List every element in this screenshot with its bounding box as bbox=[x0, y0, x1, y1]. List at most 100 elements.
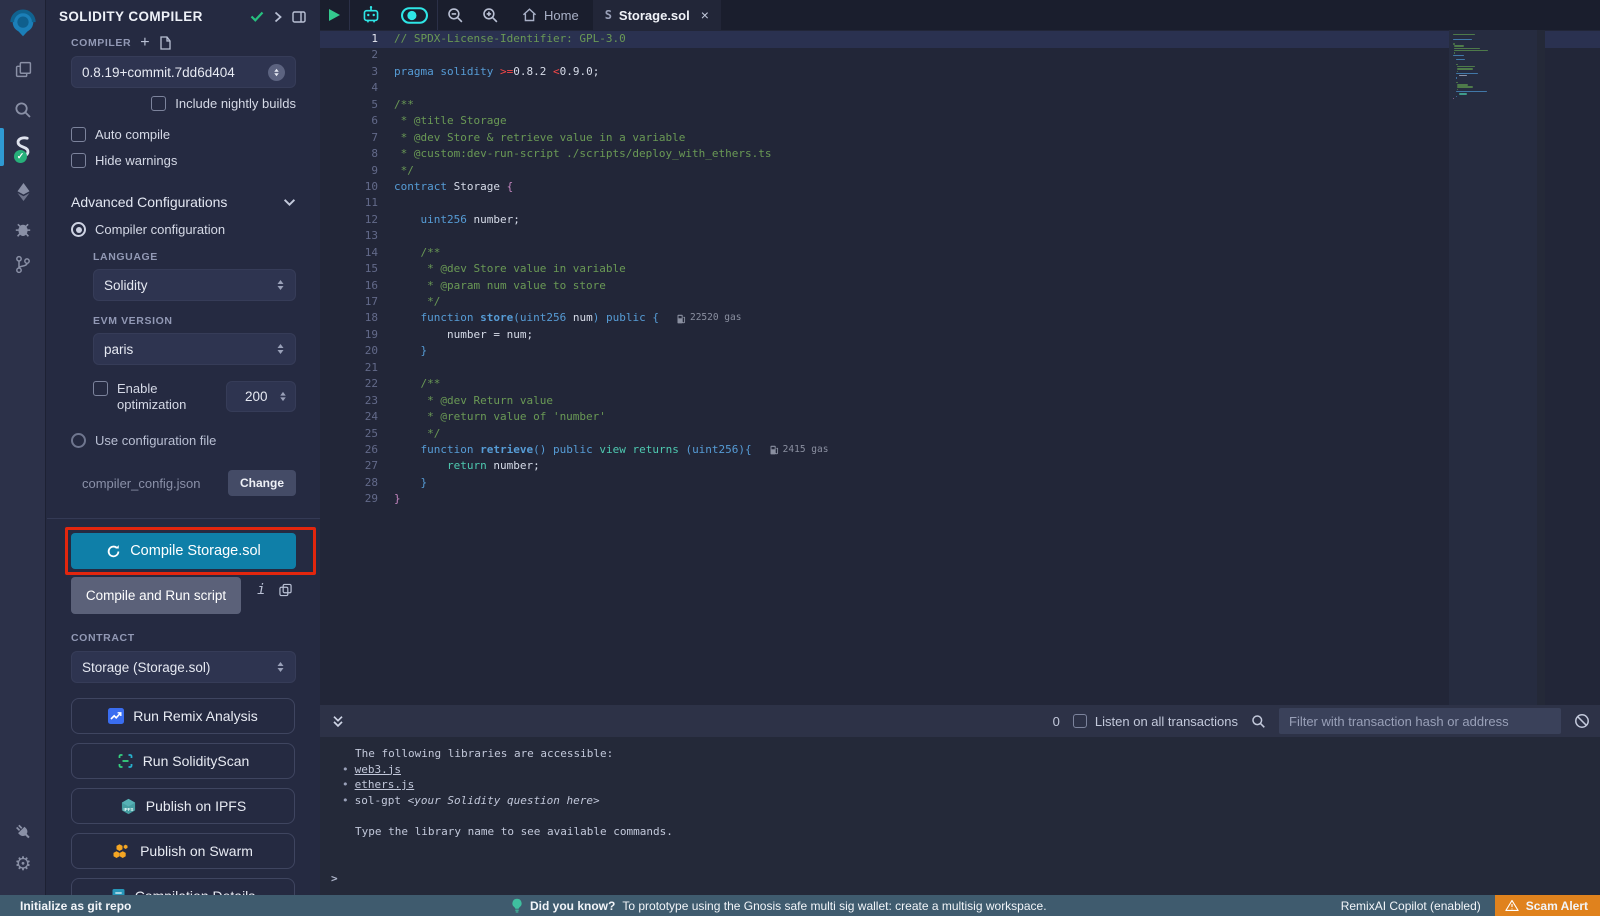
listen-transactions-checkbox[interactable] bbox=[1073, 714, 1087, 728]
line-number: 25 bbox=[320, 426, 378, 442]
evm-version-select[interactable]: paris bbox=[93, 333, 296, 365]
compiler-version-select[interactable]: 0.8.19+commit.7dd6d404 bbox=[71, 56, 296, 88]
contract-value: Storage (Storage.sol) bbox=[82, 660, 276, 675]
line-number: 19 bbox=[320, 327, 378, 343]
use-config-file-radio[interactable] bbox=[71, 433, 86, 448]
editor-scrollbar[interactable] bbox=[1537, 30, 1545, 705]
line-number: 14 bbox=[320, 245, 378, 261]
solidity-compiler-panel: SOLIDITY COMPILER COMPILER + 0.8.19+comm… bbox=[47, 0, 320, 895]
code-line: } bbox=[394, 475, 1440, 491]
code-line: } bbox=[394, 343, 1440, 359]
code-line: */ bbox=[394, 163, 1440, 179]
tab-storage-sol[interactable]: S Storage.sol × bbox=[593, 0, 721, 30]
bullet: • bbox=[342, 763, 349, 776]
web3js-link[interactable]: web3.js bbox=[355, 763, 401, 776]
language-select[interactable]: Solidity bbox=[93, 269, 296, 301]
close-tab-icon[interactable]: × bbox=[701, 7, 709, 23]
solidity-file-icon: S bbox=[605, 8, 612, 22]
solidity-compiler-icon[interactable]: ✓ bbox=[0, 132, 46, 162]
use-config-file-label: Use configuration file bbox=[95, 433, 216, 448]
tab-home[interactable]: Home bbox=[508, 0, 593, 30]
sol-gpt-hint: <your Solidity question here> bbox=[408, 794, 600, 807]
code-line: contract Storage { bbox=[394, 179, 1440, 195]
copy-icon[interactable] bbox=[279, 583, 292, 597]
line-number: 29 bbox=[320, 491, 378, 507]
listen-transactions-row: Listen on all transactions bbox=[1073, 714, 1238, 729]
line-number-gutter: 1234567891011121314151617181920212223242… bbox=[320, 31, 378, 508]
line-number: 3 bbox=[320, 64, 378, 80]
compiler-configuration-radio[interactable] bbox=[71, 222, 86, 237]
compiler-label: COMPILER bbox=[71, 37, 131, 49]
promote-to-file-icon[interactable] bbox=[159, 36, 172, 50]
enable-optimization-checkbox[interactable] bbox=[93, 381, 108, 396]
editor-minimap[interactable] bbox=[1449, 30, 1537, 705]
transaction-filter-input[interactable] bbox=[1279, 708, 1561, 734]
code-editor[interactable]: 1234567891011121314151617181920212223242… bbox=[320, 30, 1600, 705]
tip-title: Did you know? bbox=[530, 899, 615, 913]
terminal-intro-line: The following libraries are accessible: bbox=[320, 746, 1600, 762]
add-compiler-icon[interactable]: + bbox=[140, 37, 149, 49]
use-config-file-radio-row[interactable]: Use configuration file bbox=[47, 433, 320, 448]
line-number: 17 bbox=[320, 294, 378, 310]
hide-warnings-checkbox[interactable] bbox=[71, 153, 86, 168]
number-stepper-icon[interactable] bbox=[279, 391, 287, 402]
copilot-toggle-icon[interactable] bbox=[392, 0, 437, 30]
git-init-status[interactable]: Initialize as git repo bbox=[20, 899, 131, 913]
activity-bar: ✓ ⚙ bbox=[0, 0, 46, 895]
nightly-builds-checkbox[interactable] bbox=[151, 96, 166, 111]
copilot-status[interactable]: RemixAI Copilot (enabled) bbox=[1341, 899, 1481, 913]
publish-on-ipfs-button[interactable]: IPFS Publish on IPFS bbox=[71, 788, 295, 824]
terminal-lib-line: • web3.js bbox=[320, 762, 1600, 778]
code-line: uint256 number; bbox=[394, 212, 1440, 228]
optimization-runs-value: 200 bbox=[245, 389, 268, 404]
info-icon[interactable]: i bbox=[257, 582, 265, 598]
svg-text:IPFS: IPFS bbox=[123, 806, 133, 811]
line-number: 4 bbox=[320, 80, 378, 96]
terminal-prompt[interactable]: > bbox=[331, 872, 338, 885]
change-config-button[interactable]: Change bbox=[228, 470, 296, 496]
file-explorer-icon[interactable] bbox=[0, 58, 46, 80]
advanced-configurations-header[interactable]: Advanced Configurations bbox=[47, 194, 320, 210]
line-number: 28 bbox=[320, 475, 378, 491]
compiler-section-header: COMPILER + bbox=[47, 36, 320, 50]
search-icon[interactable] bbox=[0, 99, 46, 121]
settings-gear-icon[interactable]: ⚙ bbox=[0, 852, 46, 876]
collapse-terminal-icon[interactable] bbox=[332, 714, 344, 729]
run-remix-analysis-button[interactable]: Run Remix Analysis bbox=[71, 698, 295, 734]
compile-button[interactable]: Compile Storage.sol bbox=[71, 533, 296, 569]
scam-alert-badge[interactable]: Scam Alert bbox=[1495, 895, 1600, 916]
clear-console-icon[interactable] bbox=[1574, 713, 1590, 729]
deploy-run-icon[interactable] bbox=[0, 180, 46, 204]
plugin-manager-icon[interactable] bbox=[0, 820, 46, 844]
pin-panel-icon[interactable] bbox=[292, 11, 306, 23]
config-file-row: compiler_config.json Change bbox=[47, 470, 320, 496]
code-line: function store(uint256 num) public {2252… bbox=[394, 310, 1440, 326]
debugger-icon[interactable] bbox=[0, 217, 46, 241]
line-number: 18 bbox=[320, 310, 378, 326]
chevron-right-icon[interactable] bbox=[274, 11, 282, 23]
swarm-icon bbox=[113, 843, 131, 859]
code-lines: // SPDX-License-Identifier: GPL-3.0pragm… bbox=[394, 31, 1440, 508]
ai-copilot-robot-icon[interactable] bbox=[350, 0, 392, 30]
compiler-configuration-radio-row[interactable]: Compiler configuration bbox=[47, 222, 320, 237]
button-label: Publish on IPFS bbox=[146, 798, 246, 814]
optimization-runs-input[interactable]: 200 bbox=[226, 381, 296, 412]
git-icon[interactable] bbox=[0, 252, 46, 276]
nightly-builds-label: Include nightly builds bbox=[175, 96, 296, 111]
auto-compile-checkbox[interactable] bbox=[71, 127, 86, 142]
zoom-in-icon[interactable] bbox=[473, 0, 508, 30]
analysis-icon bbox=[108, 708, 124, 724]
remix-logo-icon[interactable] bbox=[0, 8, 46, 40]
zoom-out-icon[interactable] bbox=[438, 0, 473, 30]
terminal-output[interactable]: The following libraries are accessible: … bbox=[320, 737, 1600, 895]
code-line: * @title Storage bbox=[394, 113, 1440, 129]
publish-on-swarm-button[interactable]: Publish on Swarm bbox=[71, 833, 295, 869]
ethersjs-link[interactable]: ethers.js bbox=[355, 778, 415, 791]
bullet: • bbox=[342, 778, 349, 791]
contract-select[interactable]: Storage (Storage.sol) bbox=[71, 651, 296, 683]
run-script-play-icon[interactable] bbox=[320, 0, 349, 30]
line-number: 12 bbox=[320, 212, 378, 228]
run-solidityscan-button[interactable]: Run SolidityScan bbox=[71, 743, 295, 779]
tab-bar: Home S Storage.sol × bbox=[320, 0, 1600, 30]
terminal-lib-line: •sol-gpt <your Solidity question here> bbox=[320, 793, 1600, 809]
